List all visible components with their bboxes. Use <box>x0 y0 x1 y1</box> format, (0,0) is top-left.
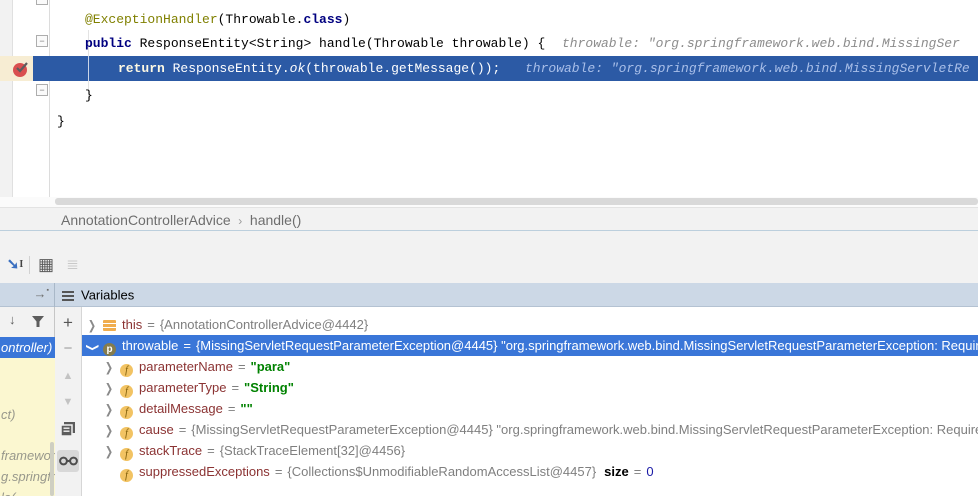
chevron-right-icon[interactable]: ❯ <box>88 314 97 335</box>
move-up-icon: ▲ <box>55 370 81 382</box>
restore-layout-icon: ≣ <box>62 255 82 275</box>
stack-frame[interactable]: framewor. <box>0 445 55 466</box>
parameter-icon: p <box>103 343 116 356</box>
filter-icon[interactable] <box>31 315 45 328</box>
code-editor[interactable]: @ExceptionHandler(Throwable.class) publi… <box>0 0 978 197</box>
variable-row-parameterType[interactable]: ❯fparameterType="String" <box>82 377 978 398</box>
fold-marker-icon[interactable]: − <box>36 35 48 47</box>
inline-debugger-hint: throwable: "org.springframework.web.bind… <box>562 32 960 56</box>
frames-panel[interactable]: ↓ ontroller) ct) framewor. g.springfr le… <box>0 307 55 496</box>
breadcrumb: AnnotationControllerAdvice › handle() <box>0 207 978 231</box>
fold-marker-icon[interactable] <box>36 0 48 5</box>
variable-row-this[interactable]: ❯this={AnnotationControllerAdvice@4442} <box>82 314 978 335</box>
variables-tree[interactable]: ❯this={AnnotationControllerAdvice@4442} … <box>82 307 978 496</box>
field-icon: f <box>120 406 133 419</box>
breadcrumb-method[interactable]: handle() <box>250 212 301 228</box>
chevron-right-icon[interactable]: ❯ <box>105 419 114 440</box>
arrow-down-icon[interactable]: ↓ <box>9 312 16 327</box>
watches-toolbar: + − ▲ ▼ <box>55 307 82 496</box>
remove-watch-icon[interactable]: − <box>55 340 81 357</box>
chevron-right-icon[interactable]: ❯ <box>105 377 114 398</box>
chevron-down-icon[interactable]: ❯ <box>82 343 104 352</box>
breadcrumb-separator-icon: › <box>238 214 242 228</box>
chevron-right-icon[interactable]: ❯ <box>105 356 114 377</box>
frames-header-cell: →▪ <box>0 283 55 307</box>
variable-row-suppressedExceptions[interactable]: ❯fsuppressedExceptions={Collections$Unmo… <box>82 461 978 482</box>
show-execution-point-icon[interactable]: ➘I <box>5 255 25 275</box>
chevron-right-icon[interactable]: ❯ <box>105 440 114 461</box>
field-icon: f <box>120 385 133 398</box>
stack-frame[interactable]: ct) <box>0 404 55 425</box>
stack-frame[interactable]: le( <box>0 487 55 496</box>
field-icon: f <box>120 364 133 377</box>
menu-icon[interactable] <box>62 291 74 301</box>
variable-row-throwable-selected[interactable]: ❯pthrowable={MissingServletRequestParame… <box>82 335 978 356</box>
variable-row-stackTrace[interactable]: ❯fstackTrace={StackTraceElement[32]@4456… <box>82 440 978 461</box>
debugger-toolbar: ➘I ▦ ≣ <box>0 231 978 283</box>
annotation-token: @ExceptionHandler <box>85 12 218 27</box>
evaluate-expression-icon[interactable]: ▦ <box>36 255 56 275</box>
stack-frame-selected[interactable]: ontroller) <box>0 337 55 358</box>
chevron-right-icon[interactable]: ❯ <box>105 398 114 419</box>
size-label: size <box>604 464 629 479</box>
variable-row-cause[interactable]: ❯fcause={MissingServletRequestParameterE… <box>82 419 978 440</box>
verified-breakpoint-icon[interactable] <box>12 60 30 78</box>
code-line-brace: } <box>0 110 978 134</box>
size-value: 0 <box>646 464 653 479</box>
add-watch-icon[interactable]: + <box>55 313 81 333</box>
frames-scrollbar-thumb[interactable] <box>50 442 54 496</box>
toolbar-separator <box>29 256 30 274</box>
inline-debugger-hint: throwable: "org.springframework.web.bind… <box>525 56 970 81</box>
restore-view-icon[interactable]: →▪ <box>34 286 49 301</box>
move-down-icon: ▼ <box>55 396 81 408</box>
ide-debug-screen: @ExceptionHandler(Throwable.class) publi… <box>0 0 978 496</box>
field-icon: f <box>120 469 133 482</box>
breadcrumb-class[interactable]: AnnotationControllerAdvice <box>61 212 231 228</box>
variable-row-parameterName[interactable]: ❯fparameterName="para" <box>82 356 978 377</box>
code-line-annotation: @ExceptionHandler(Throwable.class) <box>0 8 978 32</box>
field-icon: f <box>120 448 133 461</box>
code-line-brace: } <box>0 84 978 108</box>
variables-tab-label: Variables <box>81 288 134 303</box>
variable-row-detailMessage[interactable]: ❯fdetailMessage="" <box>82 398 978 419</box>
tab-variables[interactable]: Variables <box>62 283 134 307</box>
execution-line-highlight[interactable]: return ResponseEntity.ok(throwable.getMe… <box>33 56 978 81</box>
debugger-tabs-header: →▪ Variables <box>0 283 978 307</box>
field-icon: f <box>120 427 133 440</box>
horizontal-scrollbar-thumb[interactable] <box>55 198 978 205</box>
object-icon <box>103 320 116 331</box>
frames-toolbar: ↓ <box>0 307 55 335</box>
stack-frame[interactable]: g.springfr <box>0 466 55 487</box>
